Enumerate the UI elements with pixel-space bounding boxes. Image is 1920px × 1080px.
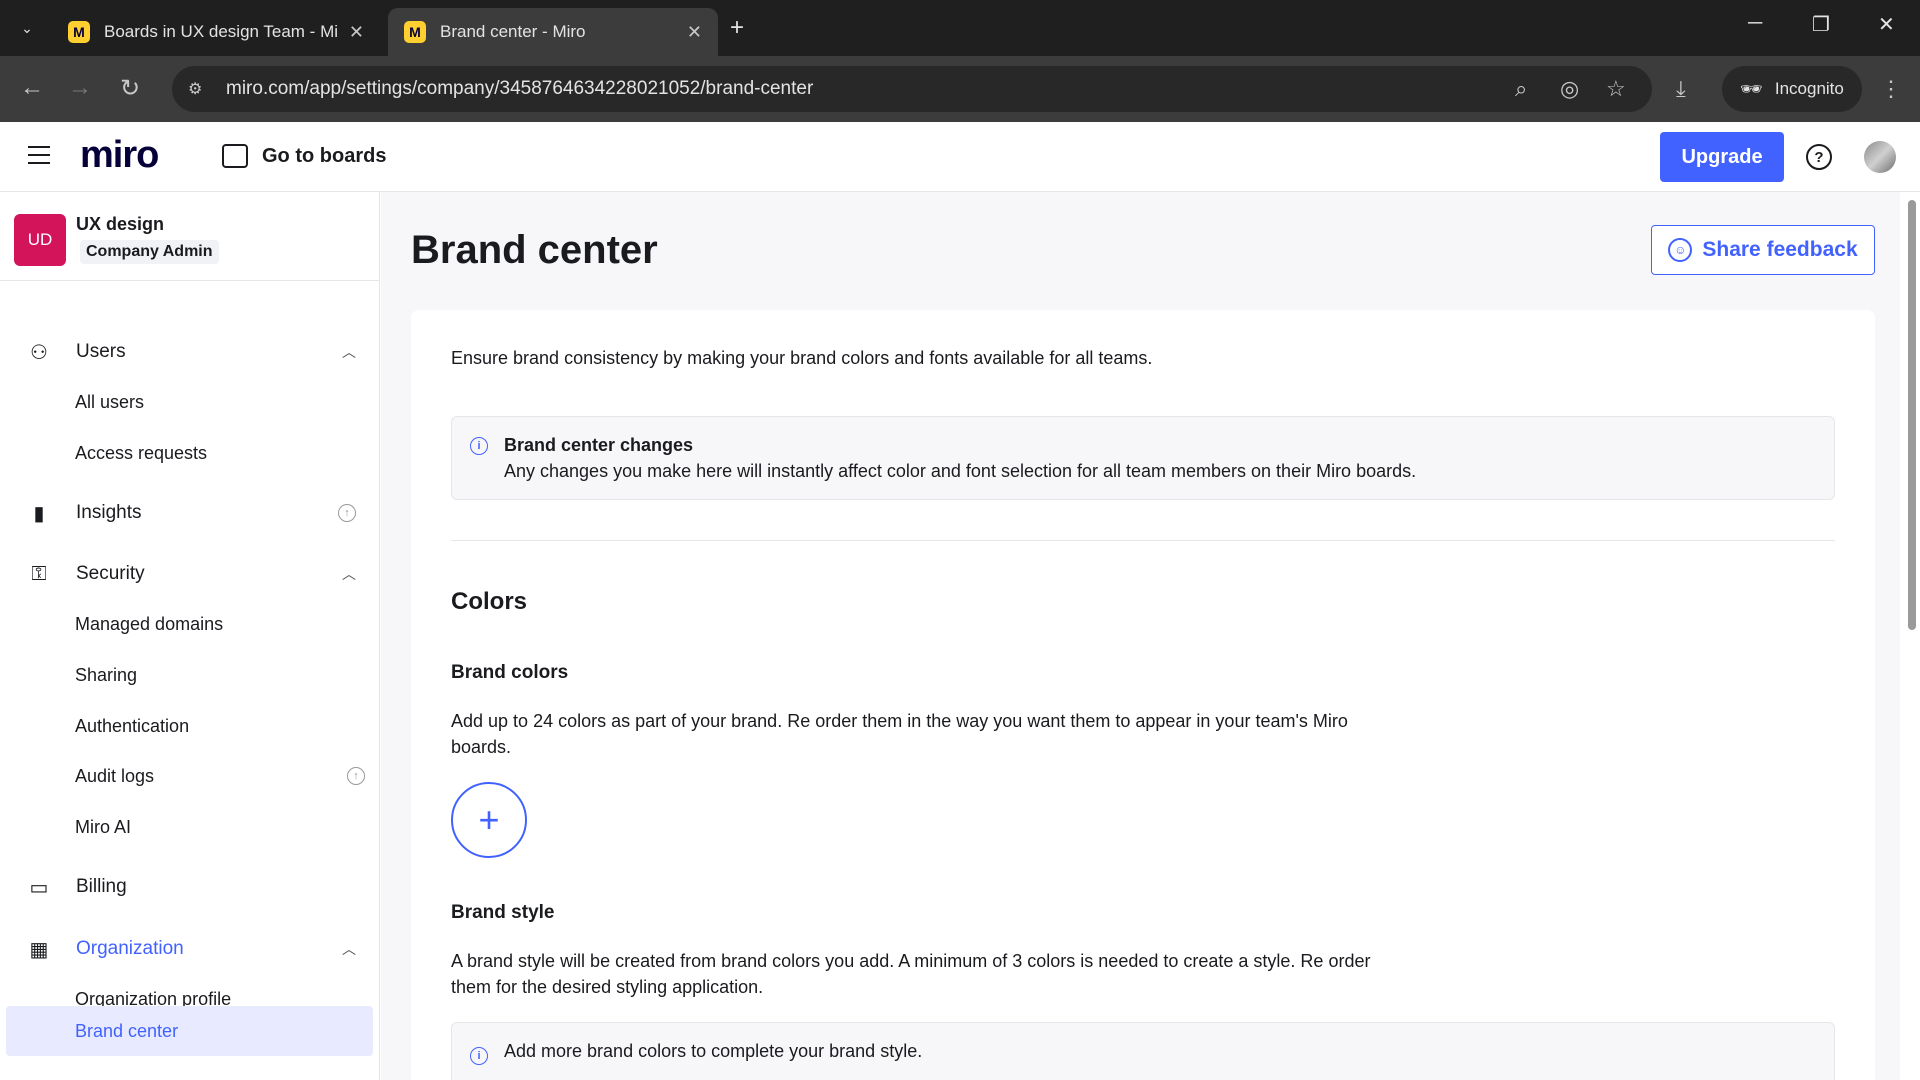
close-window-icon[interactable]: ✕ xyxy=(1878,12,1895,37)
sidebar-item-managed-domains[interactable]: Managed domains xyxy=(75,604,365,644)
info-banner-title: Brand center changes xyxy=(504,435,694,455)
sidebar-item-access-requests[interactable]: Access requests xyxy=(75,433,365,473)
sidebar-section-label: Billing xyxy=(76,876,127,897)
wallet-icon: ▭ xyxy=(29,876,49,899)
sidebar-section-billing[interactable]: ▭ Billing xyxy=(26,867,356,907)
sidebar-item-authentication[interactable]: Authentication xyxy=(75,706,365,746)
upgrade-button[interactable]: Upgrade xyxy=(1660,132,1784,182)
app-header: miro Go to boards Upgrade ? xyxy=(0,122,1920,192)
chevron-up-icon: ︿ xyxy=(342,941,356,957)
sidebar-item-label: Audit logs xyxy=(75,765,155,786)
sidebar-section-insights[interactable]: ▮ Insights ↑ xyxy=(26,493,356,533)
tab-search-chevron-icon[interactable]: ⌄ xyxy=(12,10,42,46)
address-bar[interactable]: ⚙ miro.com/app/settings/company/34587646… xyxy=(172,66,1652,112)
chevron-up-icon: ︿ xyxy=(342,344,356,360)
brand-colors-heading: Brand colors xyxy=(451,662,569,683)
reload-icon[interactable]: ↻ xyxy=(120,74,140,103)
divider xyxy=(451,540,1835,541)
brand-style-heading: Brand style xyxy=(451,902,555,923)
sidebar-section-security[interactable]: ⚿ Security ︿ xyxy=(26,554,356,594)
minimize-icon[interactable]: ─ xyxy=(1748,12,1762,35)
sidebar-section-users[interactable]: ⚇ Users ︿ xyxy=(26,332,356,372)
miro-logo[interactable]: miro xyxy=(80,134,159,177)
sidebar-item-audit-logs[interactable]: Audit logs ↑ xyxy=(75,756,365,796)
close-tab-icon[interactable]: ✕ xyxy=(687,22,702,43)
incognito-badge[interactable]: 🕶 Incognito xyxy=(1722,66,1862,112)
go-to-boards-button[interactable]: Go to boards xyxy=(222,144,386,168)
miro-favicon-icon: M xyxy=(68,21,90,43)
miro-favicon-icon: M xyxy=(404,21,426,43)
help-icon[interactable]: ? xyxy=(1806,144,1832,170)
go-to-boards-label: Go to boards xyxy=(262,144,387,167)
site-info-icon[interactable]: ⚙ xyxy=(188,79,210,99)
sidebar-section-label: Security xyxy=(76,563,145,584)
add-color-button[interactable]: + xyxy=(451,782,527,858)
close-tab-icon[interactable]: ✕ xyxy=(349,22,364,43)
share-feedback-label: Share feedback xyxy=(1702,238,1858,261)
tab-title: Boards in UX design Team - Mi xyxy=(104,22,339,41)
intro-text: Ensure brand consistency by making your … xyxy=(451,348,1153,368)
sidebar-item-sharing[interactable]: Sharing xyxy=(75,655,365,695)
sidebar-section-label: Organization xyxy=(76,938,184,959)
bar-chart-icon: ▮ xyxy=(33,502,45,525)
forward-arrow-icon[interactable]: → xyxy=(68,74,92,102)
eye-off-icon[interactable]: ◎ xyxy=(1560,66,1579,112)
browser-toolbar: ← → ↻ ⚙ miro.com/app/settings/company/34… xyxy=(0,56,1920,122)
incognito-icon: 🕶 xyxy=(1740,78,1763,99)
browser-tab-boards[interactable]: M Boards in UX design Team - Mi ✕ xyxy=(52,8,380,56)
brand-style-text: A brand style will be created from brand… xyxy=(451,951,1371,997)
info-icon: i xyxy=(470,1047,488,1065)
browser-tab-bar: ⌄ M Boards in UX design Team - Mi ✕ M Br… xyxy=(0,0,1920,56)
back-arrow-icon[interactable]: ← xyxy=(20,74,44,102)
new-tab-plus-icon[interactable]: + xyxy=(730,14,744,42)
avatar[interactable] xyxy=(1864,141,1896,173)
hamburger-menu-icon[interactable] xyxy=(28,146,50,164)
info-banner: i Brand center changes Any changes you m… xyxy=(451,416,1835,500)
page-title: Brand center xyxy=(411,228,658,272)
org-card[interactable]: UD UX design Company Admin xyxy=(14,210,374,270)
chevron-up-icon: ︿ xyxy=(342,566,356,582)
info-banner-body: Any changes you make here will instantly… xyxy=(504,461,1417,481)
incognito-label: Incognito xyxy=(1774,79,1844,98)
bookmark-star-icon[interactable]: ☆ xyxy=(1606,66,1626,112)
settings-sidebar: UD UX design Company Admin ⚇ Users ︿ All… xyxy=(0,192,380,1080)
share-feedback-button[interactable]: ☺ Share feedback xyxy=(1651,225,1875,275)
main-content: Brand center ☺ Share feedback Ensure bra… xyxy=(381,192,1900,1080)
zoom-icon[interactable]: ⌕ xyxy=(1515,66,1527,112)
restore-icon[interactable]: ❐ xyxy=(1812,12,1830,37)
brand-style-info-text: Add more brand colors to complete your b… xyxy=(504,1041,923,1061)
chat-bubble-icon: ☺ xyxy=(1668,238,1693,262)
sidebar-item-all-users[interactable]: All users xyxy=(75,382,365,422)
colors-heading: Colors xyxy=(451,588,528,615)
org-name: UX design xyxy=(76,214,165,234)
boards-icon xyxy=(222,144,248,168)
building-icon: ▦ xyxy=(29,938,49,961)
page-scrollbar[interactable] xyxy=(1908,200,1916,630)
sidebar-section-label: Insights xyxy=(76,502,142,523)
upgrade-hint-icon: ↑ xyxy=(338,504,356,522)
brand-center-panel: Ensure brand consistency by making your … xyxy=(411,310,1875,1080)
sidebar-item-miro-ai[interactable]: Miro AI xyxy=(75,807,365,847)
upgrade-hint-icon: ↑ xyxy=(347,767,365,785)
sidebar-section-label: Users xyxy=(76,341,126,362)
browser-menu-icon[interactable]: ⋮ xyxy=(1880,76,1902,102)
info-icon: i xyxy=(470,437,488,455)
key-icon: ⚿ xyxy=(31,562,47,585)
brand-colors-text: Add up to 24 colors as part of your bran… xyxy=(451,711,1348,757)
tab-title: Brand center - Miro xyxy=(440,22,586,41)
sidebar-item-brand-center[interactable]: Brand center xyxy=(75,1011,365,1051)
url-text: miro.com/app/settings/company/3458764634… xyxy=(226,78,814,99)
org-role-badge: Company Admin xyxy=(80,240,219,264)
download-icon[interactable]: ⤓ xyxy=(1676,66,1686,112)
divider xyxy=(0,280,379,281)
brand-style-info-banner: i Add more brand colors to complete your… xyxy=(451,1022,1835,1080)
org-badge: UD xyxy=(14,214,66,266)
sidebar-section-organization[interactable]: ▦ Organization ︿ xyxy=(26,929,356,969)
users-icon: ⚇ xyxy=(30,341,48,364)
browser-tab-brand-center[interactable]: M Brand center - Miro ✕ xyxy=(388,8,718,56)
